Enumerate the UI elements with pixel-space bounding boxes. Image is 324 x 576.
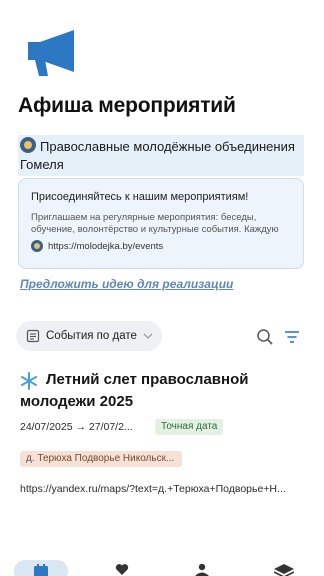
megaphone-icon — [28, 30, 74, 76]
invite-link-row[interactable]: https://molodejka.by/events — [31, 240, 291, 252]
layers-icon[interactable] — [274, 564, 294, 576]
organization-avatar — [20, 137, 36, 153]
suggest-idea-link[interactable]: Предложить идею для реализации — [20, 277, 233, 291]
sort-by-date-dropdown[interactable]: События по дате — [16, 321, 162, 351]
sort-label: События по дате — [46, 330, 137, 342]
search-icon[interactable] — [256, 328, 274, 346]
invite-text: Приглашаем на регулярные мероприятия: бе… — [31, 212, 279, 235]
date-type-badge: Точная дата — [155, 419, 224, 435]
bottom-navigation — [0, 556, 324, 576]
person-icon[interactable] — [194, 563, 210, 576]
organization-banner[interactable]: Православные молодёжные объединения Гоме… — [18, 135, 304, 176]
calendar-icon[interactable] — [33, 564, 49, 576]
invite-link[interactable]: https://molodejka.by/events — [48, 241, 163, 252]
link-avatar — [31, 240, 43, 252]
place-badge: д. Терюха Подворье Никольск... — [20, 451, 182, 467]
filter-icon[interactable] — [283, 329, 301, 345]
map-link[interactable]: https://yandex.ru/maps/?text=д.+Терюха+П… — [20, 483, 304, 495]
list-icon — [26, 329, 40, 343]
chevron-down-icon — [143, 333, 153, 339]
invite-title: Присоединяйтесь к нашим мероприятиям! — [31, 191, 249, 203]
invite-card[interactable]: Присоединяйтесь к нашим мероприятиям! Пр… — [18, 178, 304, 269]
event-title[interactable]: Летний слет православной молодежи 2025 — [20, 369, 280, 413]
page-title: Афиша мероприятий — [18, 94, 236, 117]
heart-icon[interactable] — [115, 563, 129, 576]
organization-name: Православные молодёжные объединения Гоме… — [20, 137, 295, 172]
event-dates: 24/07/2025 → 27/07/2... — [20, 421, 133, 433]
organization-name-text: Православные молодёжные объединения Гоме… — [20, 139, 295, 172]
